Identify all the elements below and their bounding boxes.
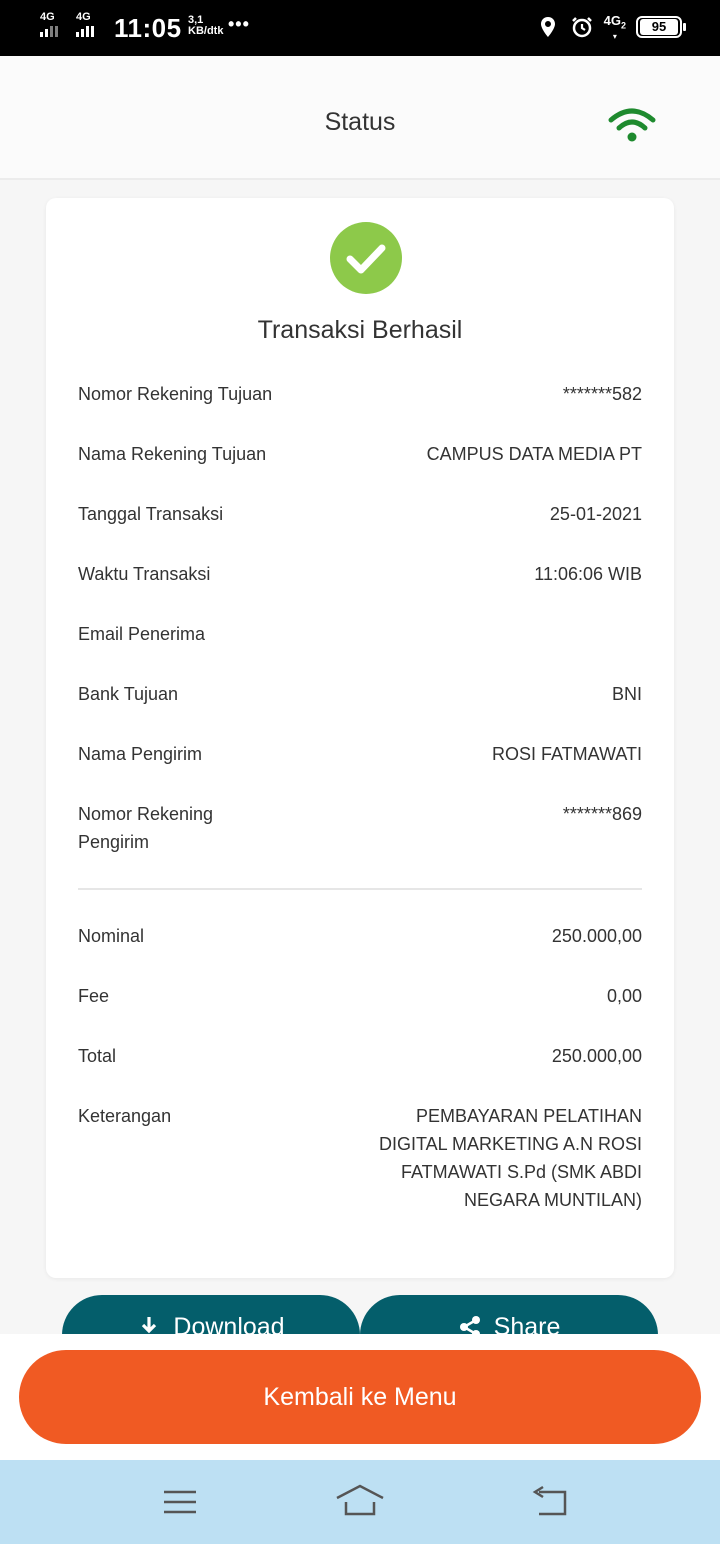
network-speed: 3,1 KB/dtk: [188, 15, 223, 37]
battery-level: 95: [640, 19, 678, 36]
detail-value: *******582: [562, 384, 642, 404]
success-check-icon: [330, 222, 402, 294]
battery-icon: 95: [636, 16, 686, 39]
amount-value: 250.000,00: [551, 1046, 642, 1066]
amount-value: PEMBAYARAN PELATIHAN DIGITAL MARKETING A…: [378, 1106, 642, 1210]
clock: 11:05: [114, 13, 182, 43]
back-icon[interactable]: [525, 1482, 575, 1522]
sim1-label: 4G: [40, 11, 55, 23]
detail-value: 25-01-2021: [549, 504, 642, 524]
amount-label: Total: [78, 1046, 117, 1066]
amount-label: Nominal: [78, 926, 145, 946]
detail-label: Email Penerima: [78, 624, 206, 644]
network-label: 4G: [603, 13, 621, 28]
detail-label: Nomor Rekening Pengirim: [78, 804, 214, 852]
more-notifications-icon: •••: [228, 14, 250, 34]
amount-label: Fee: [78, 986, 110, 1006]
detail-label: Bank Tujuan: [78, 684, 179, 704]
alarm-icon: [571, 17, 592, 38]
status-bar: 4G 4G 11:05 3,1 KB/dtk ••• 4G2 ▾ 95: [0, 0, 720, 56]
divider: [78, 888, 642, 890]
detail-label: Tanggal Transaksi: [78, 504, 224, 524]
back-to-menu-button[interactable]: Kembali ke Menu: [19, 1350, 701, 1444]
detail-value: 11:06:06 WIB: [534, 564, 642, 584]
wifi-icon[interactable]: [608, 108, 656, 144]
system-nav-bar: [0, 1460, 720, 1544]
receipt-card: Transaksi Berhasil Nomor Rekening Tujuan…: [46, 198, 674, 1278]
network-type: 4G2 ▾: [603, 13, 626, 41]
detail-value: CAMPUS DATA MEDIA PT: [426, 444, 642, 464]
location-icon: [540, 17, 555, 38]
home-icon[interactable]: [335, 1482, 385, 1522]
detail-value: BNI: [611, 684, 642, 704]
network-sub: 2: [620, 20, 626, 31]
app-header: Status: [0, 56, 720, 180]
amount-label: Keterangan: [78, 1106, 172, 1126]
detail-label: Nama Rekening Tujuan: [78, 444, 267, 464]
amount-value: 250.000,00: [551, 926, 642, 946]
detail-label: Waktu Transaksi: [78, 564, 211, 584]
detail-value: ROSI FATMAWATI: [492, 744, 642, 764]
bottom-bar: Kembali ke Menu: [0, 1334, 720, 1460]
detail-label: Nama Pengirim: [78, 744, 203, 764]
speed-unit: KB/dtk: [188, 25, 224, 37]
sim2-label: 4G: [76, 11, 91, 23]
detail-label: Nomor Rekening Tujuan: [78, 384, 273, 404]
transaction-status-title: Transaksi Berhasil: [257, 316, 463, 344]
sim1-signal: 4G: [40, 12, 58, 37]
status-icons: 4G2 ▾ 95: [536, 13, 686, 41]
amount-value: 0,00: [606, 986, 642, 1006]
detail-value: *******869: [562, 804, 642, 824]
menu-icon[interactable]: [155, 1482, 205, 1522]
sim2-signal: 4G: [76, 12, 94, 37]
